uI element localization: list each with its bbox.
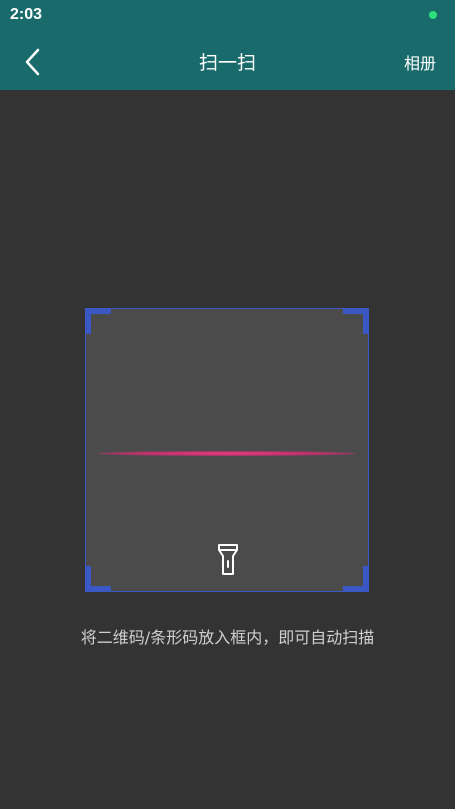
album-button[interactable]: 相册 — [404, 50, 436, 74]
scan-line — [98, 451, 356, 456]
page-title: 扫一扫 — [198, 52, 256, 74]
flashlight-button[interactable] — [214, 543, 242, 577]
scan-frame-corner-bottom-left — [85, 566, 111, 592]
scan-frame — [85, 308, 369, 592]
scan-frame-corner-bottom-right — [343, 566, 369, 592]
scan-frame-corner-top-left — [85, 308, 111, 334]
notification-dot-icon — [429, 11, 437, 19]
scan-frame-corner-top-right — [343, 308, 369, 334]
status-time: 2:03 — [10, 6, 43, 23]
header-bar: 扫一扫 相册 — [0, 32, 455, 90]
scan-hint-text: 将二维码/条形码放入框内，即可自动扫描 — [80, 628, 375, 647]
flashlight-icon — [218, 544, 238, 575]
status-bar: 2:03 — [0, 0, 455, 32]
